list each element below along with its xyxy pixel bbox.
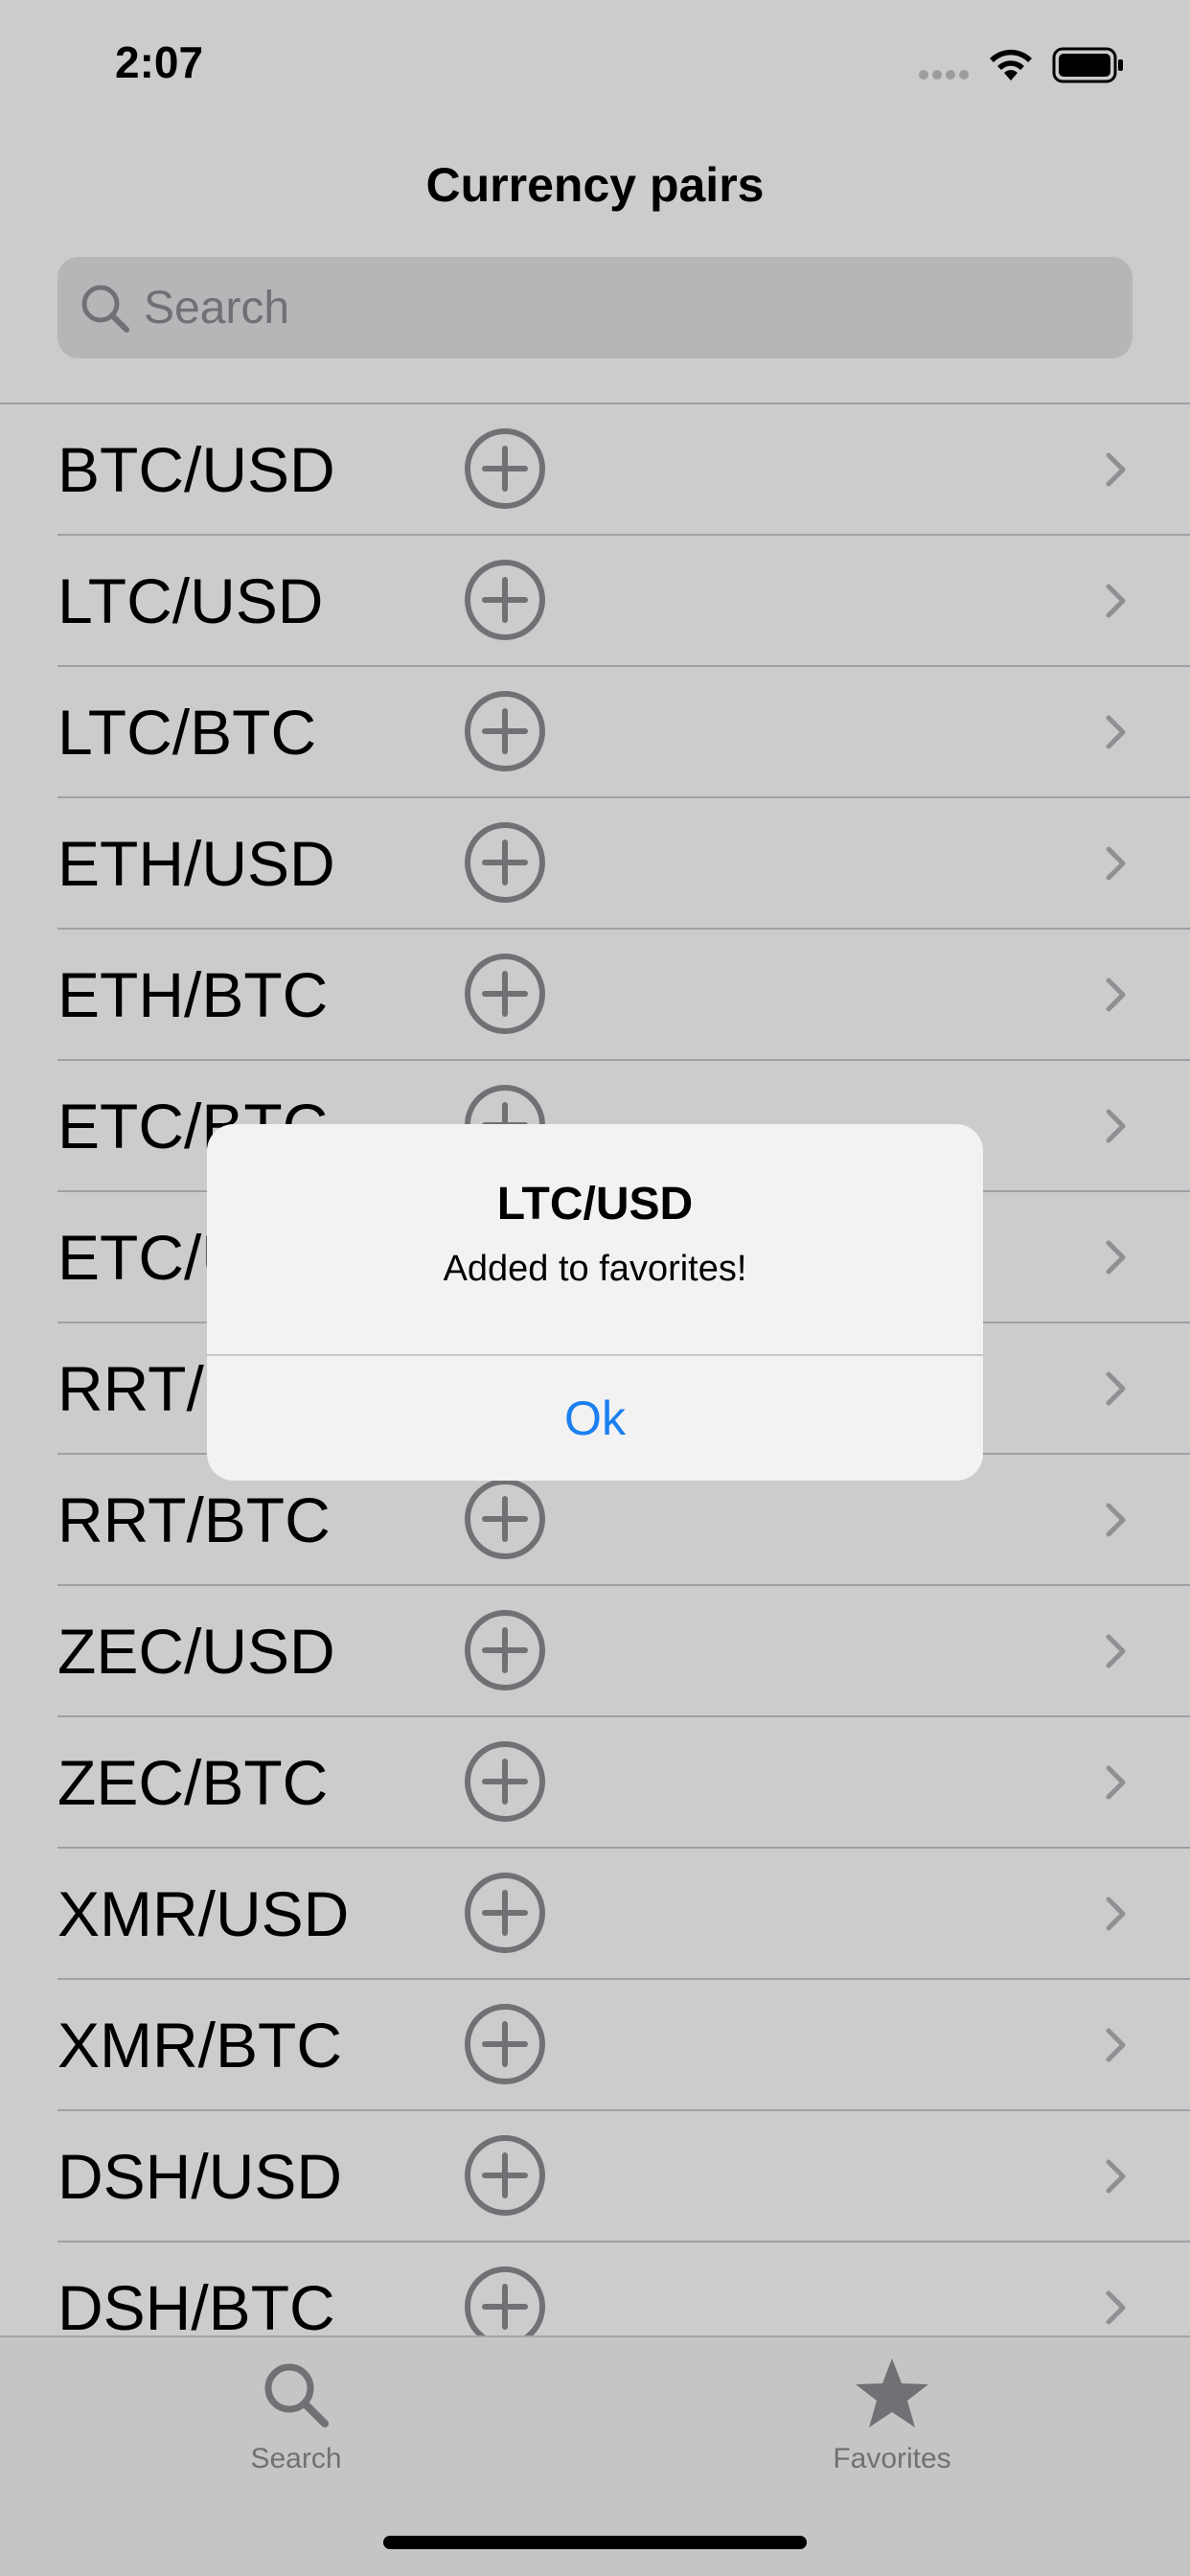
alert-dialog: LTC/USD Added to favorites! Ok	[207, 1124, 983, 1481]
ok-button[interactable]: Ok	[207, 1356, 983, 1481]
alert-message: Added to favorites!	[443, 1249, 747, 1289]
app-screen: 2:07 Currency pairs BTC/USDLTC/USDLTC/BT…	[0, 0, 1190, 2576]
alert-title: LTC/USD	[496, 1179, 694, 1230]
